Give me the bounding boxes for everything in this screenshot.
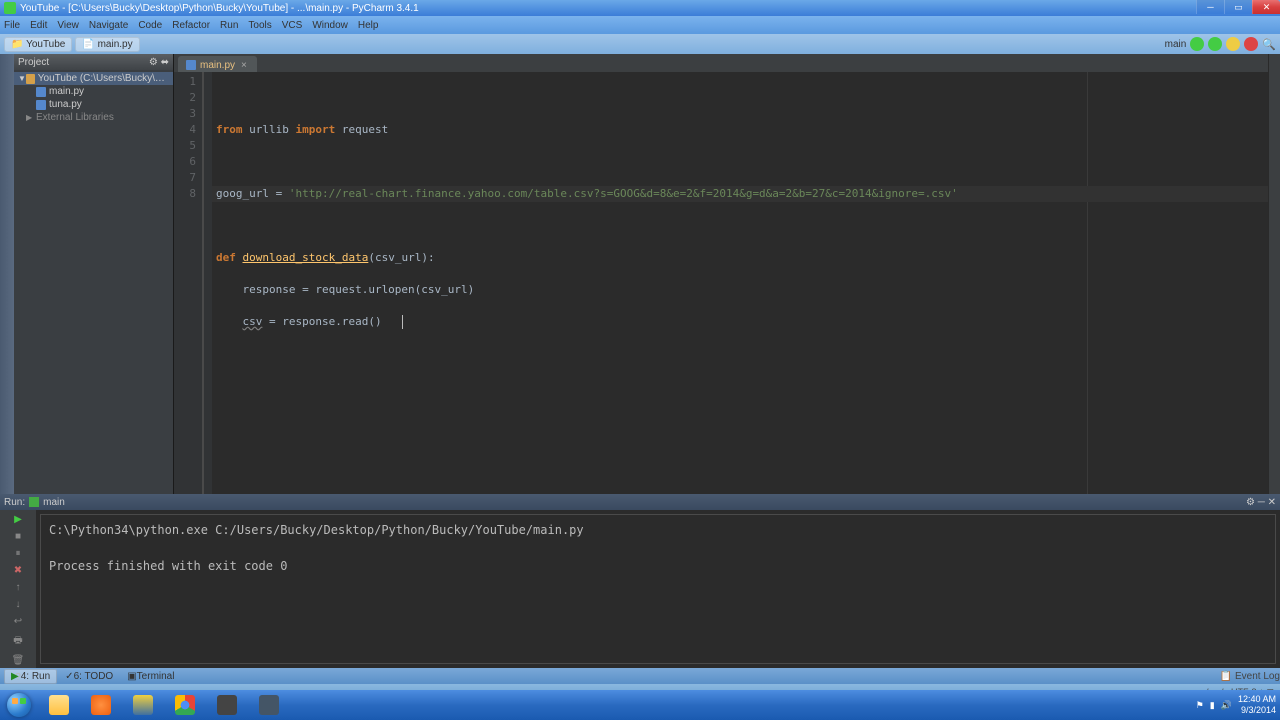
line-numbers: 1 2 3 4 5 6 7 8	[174, 72, 204, 494]
tree-root[interactable]: ▼ YouTube (C:\Users\Bucky\Deskto...	[14, 72, 173, 85]
soft-wrap-button[interactable]: ↩	[10, 616, 26, 627]
down-button[interactable]: ↓	[10, 599, 26, 610]
clear-button[interactable]: 🗑	[10, 655, 26, 666]
coverage-button[interactable]	[1226, 37, 1240, 51]
maximize-button[interactable]: ▭	[1224, 0, 1252, 14]
code-editor[interactable]: 1 2 3 4 5 6 7 8 from urllib import reque…	[174, 72, 1268, 494]
menu-view[interactable]: View	[57, 20, 79, 31]
tool-run[interactable]: ▶4: Run	[4, 669, 57, 684]
menu-file[interactable]: File	[4, 20, 20, 31]
event-log[interactable]: 📋 Event Log	[1220, 671, 1280, 682]
tree-external-libraries[interactable]: ▶External Libraries	[14, 111, 173, 124]
tree-file-main[interactable]: main.py	[14, 85, 173, 98]
tree-file-tuna[interactable]: tuna.py	[14, 98, 173, 111]
menu-help[interactable]: Help	[358, 20, 379, 31]
editor-marker-bar[interactable]	[1268, 54, 1280, 494]
run-button[interactable]	[1190, 37, 1204, 51]
window-title: YouTube - [C:\Users\Bucky\Desktop\Python…	[20, 3, 419, 14]
menu-code[interactable]: Code	[138, 20, 162, 31]
up-button[interactable]: ↑	[10, 582, 26, 593]
bottom-tool-buttons: ▶4: Run ✓ 6: TODO ▣ Terminal 📋 Event Log	[0, 668, 1280, 684]
start-button[interactable]	[0, 690, 38, 720]
breadcrumb-project[interactable]: 📁 YouTube	[4, 37, 72, 52]
tray-network-icon[interactable]: ▮	[1210, 700, 1215, 711]
tray-volume-icon[interactable]: 🔊	[1221, 700, 1232, 711]
breadcrumb: 📁 YouTube 📄 main.py	[4, 37, 143, 52]
menu-refactor[interactable]: Refactor	[172, 20, 210, 31]
python-file-icon	[186, 60, 196, 70]
stop-process-button[interactable]: ■	[10, 531, 26, 542]
app-icon	[4, 2, 16, 14]
menu-vcs[interactable]: VCS	[282, 20, 303, 31]
window-titlebar: YouTube - [C:\Users\Bucky\Desktop\Python…	[0, 0, 1280, 16]
tray-flag-icon[interactable]: ⚑	[1196, 700, 1204, 711]
console-output[interactable]: C:\Python34\python.exe C:/Users/Bucky/De…	[40, 514, 1276, 664]
menu-edit[interactable]: Edit	[30, 20, 47, 31]
menu-run[interactable]: Run	[220, 20, 238, 31]
menu-tools[interactable]: Tools	[248, 20, 271, 31]
project-tree: ▼ YouTube (C:\Users\Bucky\Deskto... main…	[14, 70, 173, 126]
run-config-selector[interactable]: main	[1165, 39, 1187, 50]
editor-tabs: main.py ×	[174, 54, 1268, 72]
run-config-icon	[29, 497, 39, 507]
system-tray[interactable]: ⚑ ▮ 🔊 12:40 AM 9/3/2014	[1196, 694, 1280, 716]
tray-clock[interactable]: 12:40 AM 9/3/2014	[1238, 694, 1276, 716]
navigation-toolbar: 📁 YouTube 📄 main.py main 🔍	[0, 34, 1280, 54]
tool-terminal[interactable]: ▣ Terminal	[121, 670, 180, 683]
breadcrumb-file[interactable]: 📄 main.py	[75, 37, 139, 52]
windows-taskbar: ⚑ ▮ 🔊 12:40 AM 9/3/2014	[0, 690, 1280, 720]
taskbar-media[interactable]	[81, 692, 121, 718]
tool-window-bar-left[interactable]	[0, 54, 14, 494]
tab-close-icon[interactable]: ×	[241, 60, 247, 71]
run-toolbar: ▶ ■ ⏸ ✖ ↑ ↓ ↩ 🖶 🗑 ?	[0, 510, 36, 668]
menu-bar: File Edit View Navigate Code Refactor Ru…	[0, 16, 1280, 34]
taskbar-app2[interactable]	[249, 692, 289, 718]
tab-main-py[interactable]: main.py ×	[178, 56, 257, 72]
print-button[interactable]: 🖶	[10, 633, 26, 649]
taskbar-app1[interactable]	[207, 692, 247, 718]
rerun-button[interactable]: ▶	[10, 514, 26, 525]
run-panel-header[interactable]: Run: main ⚙ ─ ✕	[0, 494, 1280, 510]
debug-button[interactable]	[1208, 37, 1222, 51]
project-panel: Project ⚙ ⬌ ▼ YouTube (C:\Users\Bucky\De…	[14, 54, 174, 494]
code-content[interactable]: from urllib import request goog_url = 'h…	[212, 72, 1268, 494]
run-tool-window: ▶ ■ ⏸ ✖ ↑ ↓ ↩ 🖶 🗑 ? C:\Python34\python.e…	[0, 510, 1280, 668]
pause-button[interactable]: ⏸	[10, 548, 26, 559]
menu-navigate[interactable]: Navigate	[89, 20, 128, 31]
close-button[interactable]: ✕	[1252, 0, 1280, 14]
minimize-button[interactable]: ─	[1196, 0, 1224, 14]
stop-button[interactable]	[1244, 37, 1258, 51]
project-panel-header[interactable]: Project ⚙ ⬌	[14, 54, 173, 70]
editor-area: main.py × 1 2 3 4 5 6 7 8 from urllib im…	[174, 54, 1268, 494]
tool-todo[interactable]: ✓ 6: TODO	[59, 670, 119, 683]
taskbar-pycharm[interactable]	[123, 692, 163, 718]
close-button[interactable]: ✖	[10, 565, 26, 576]
taskbar-explorer[interactable]	[39, 692, 79, 718]
menu-window[interactable]: Window	[312, 20, 348, 31]
taskbar-chrome[interactable]	[165, 692, 205, 718]
